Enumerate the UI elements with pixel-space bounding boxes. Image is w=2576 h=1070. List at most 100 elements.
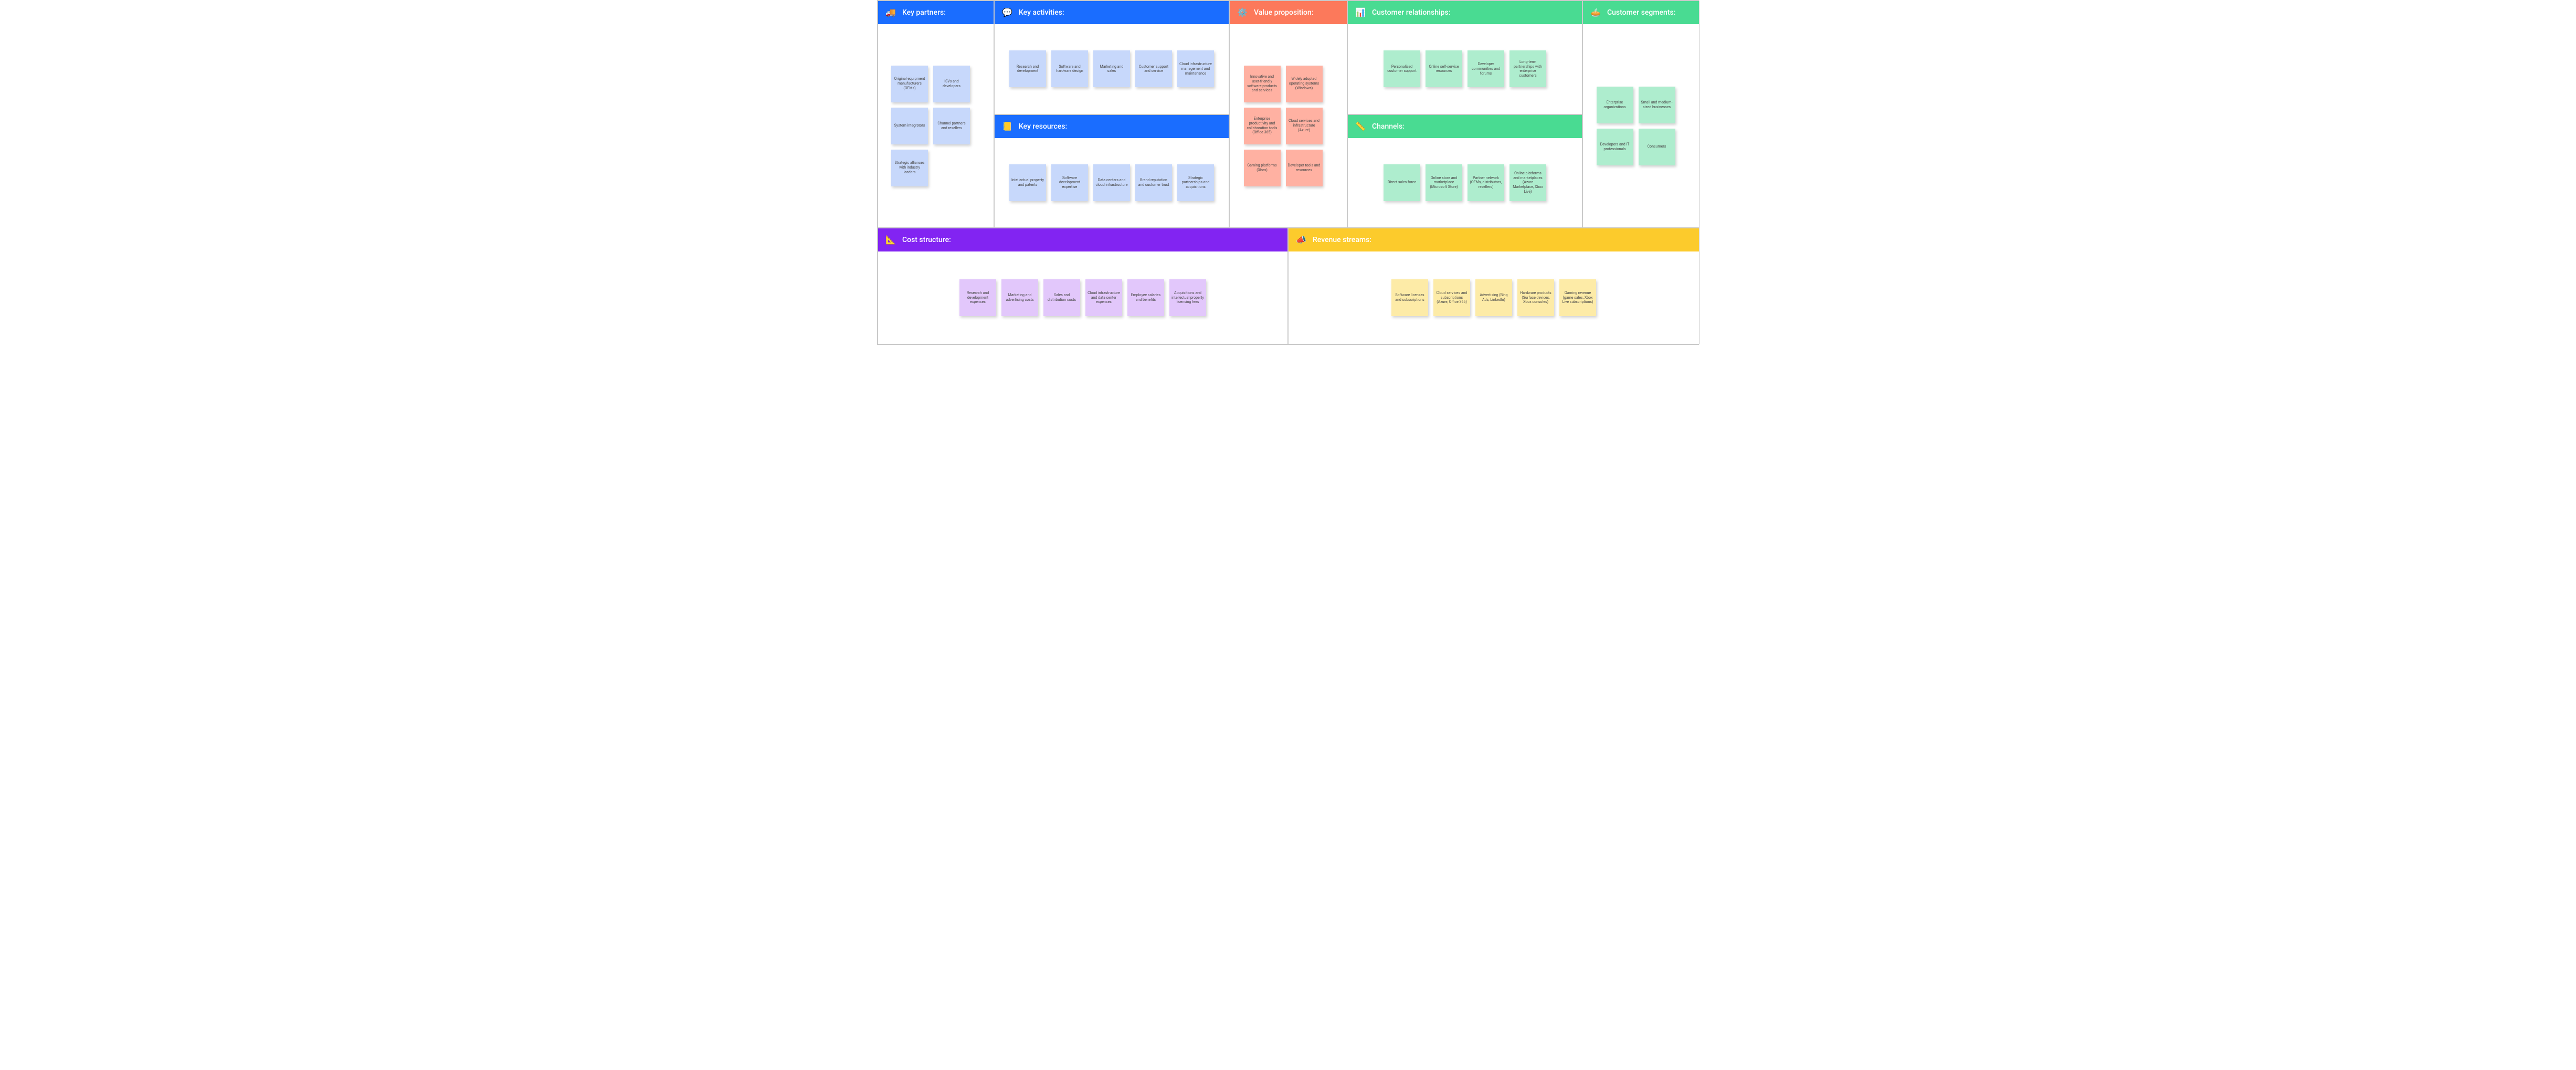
sticky-note[interactable]: Long-term partnerships with enterprise c… [1509,50,1546,87]
title-key-resources: Key resources: [1019,122,1067,131]
megaphone-icon: 📣 [1296,235,1306,245]
notes-customer-segments: Enterprise organizations Small and mediu… [1597,87,1686,165]
sticky-note[interactable]: Cloud infrastructure and data center exp… [1085,279,1122,316]
sticky-note[interactable]: Hardware products (Surface devices, Xbox… [1517,279,1554,316]
block-value-proposition: ⚙️ Value proposition: Innovative and use… [1229,1,1347,228]
block-key-resources: 📒 Key resources: Intellectual property a… [994,114,1229,228]
header-customer-segments: 🥧 Customer segments: [1583,1,1699,24]
piechart-icon: 🥧 [1590,7,1601,18]
sticky-note[interactable]: Small and medium-sized businesses [1639,87,1675,123]
block-cost-structure: 📐 Cost structure: Research and developme… [878,228,1288,344]
header-customer-relationships: 📊 Customer relationships: [1348,1,1582,24]
sticky-note[interactable]: Research and development expenses [959,279,996,316]
sticky-note[interactable]: Research and development [1009,50,1046,87]
sticky-note[interactable]: Enterprise organizations [1597,87,1633,123]
sticky-note[interactable]: Direct sales force [1384,164,1420,201]
sticky-note[interactable]: Channel partners and resellers [933,108,970,144]
ruler-icon: 📏 [1355,121,1366,132]
sticky-note[interactable]: Software licenses and subscriptions [1391,279,1428,316]
sticky-note[interactable]: Employee salaries and benefits [1127,279,1164,316]
truck-icon: 🚚 [885,7,896,18]
sticky-note[interactable]: Software and hardware design [1051,50,1088,87]
sticky-note[interactable]: Developer tools and resources [1286,150,1323,186]
sticky-note[interactable]: Gaming platforms (Xbox) [1244,150,1281,186]
sticky-note[interactable]: Marketing and sales [1093,50,1130,87]
body-cost-structure: Research and development expenses Market… [878,251,1287,344]
canvas-bottom-row: 📐 Cost structure: Research and developme… [878,228,1698,344]
block-key-activities: 💬 Key activities: Research and developme… [994,1,1229,114]
notes-key-partners: Original equipment manufacturers (OEMs) … [891,66,980,186]
sticky-note[interactable]: Online self-service resources [1426,50,1462,87]
sticky-note[interactable]: Innovative and user-friendly software pr… [1244,66,1281,102]
sticky-note[interactable]: Developer communities and forums [1468,50,1504,87]
block-relationships-channels: 📊 Customer relationships: Personalized c… [1347,1,1582,228]
title-value-proposition: Value proposition: [1254,8,1313,17]
sticky-note[interactable]: Intellectual property and patents [1009,164,1046,201]
gear-icon: ⚙️ [1237,7,1248,18]
title-key-partners: Key partners: [902,8,946,17]
sticky-note[interactable]: Cloud services and subscriptions (Azure,… [1433,279,1470,316]
sticky-note[interactable]: Original equipment manufacturers (OEMs) [891,66,928,102]
sticky-note[interactable]: Data centers and cloud infrastructure [1093,164,1130,201]
title-key-activities: Key activities: [1019,8,1064,17]
business-model-canvas: 🚚 Key partners: Original equipment manuf… [877,0,1699,345]
block-key-partners: 🚚 Key partners: Original equipment manuf… [878,1,994,228]
sticky-note[interactable]: Personalized customer support [1384,50,1420,87]
sticky-note[interactable]: Enterprise productivity and collaboratio… [1244,108,1281,144]
sticky-note[interactable]: Cloud services and infrastructure (Azure… [1286,108,1323,144]
title-revenue-streams: Revenue streams: [1313,236,1371,244]
body-customer-segments: Enterprise organizations Small and mediu… [1583,24,1699,227]
notes-customer-relationships: Personalized customer support Online sel… [1384,50,1546,87]
notebook-icon: 📒 [1002,121,1012,132]
sticky-note[interactable]: Online store and marketplace (Microsoft … [1426,164,1462,201]
header-key-resources: 📒 Key resources: [995,115,1229,138]
title-cost-structure: Cost structure: [902,236,951,244]
body-revenue-streams: Software licenses and subscriptions Clou… [1289,251,1699,344]
sticky-note[interactable]: System integrators [891,108,928,144]
sticky-note[interactable]: Developers and IT professionals [1597,129,1633,165]
block-channels: 📏 Channels: Direct sales force Online st… [1347,114,1582,228]
sticky-note[interactable]: Customer support and service [1135,50,1172,87]
sticky-note[interactable]: Strategic partnerships and acquisitions [1177,164,1214,201]
block-customer-relationships: 📊 Customer relationships: Personalized c… [1347,1,1582,114]
sticky-note[interactable]: Gaming revenue (game sales, Xbox Live su… [1559,279,1596,316]
sticky-note[interactable]: Consumers [1639,129,1675,165]
notes-revenue-streams: Software licenses and subscriptions Clou… [1391,279,1596,316]
barchart-icon: 📊 [1355,7,1366,18]
body-key-resources: Intellectual property and patents Softwa… [995,138,1229,228]
header-value-proposition: ⚙️ Value proposition: [1230,1,1347,24]
notes-key-resources: Intellectual property and patents Softwa… [1009,164,1214,201]
sticky-note[interactable]: ISVs and developers [933,66,970,102]
sticky-note[interactable]: Widely adopted operating systems (Window… [1286,66,1323,102]
speech-icon: 💬 [1002,7,1012,18]
header-channels: 📏 Channels: [1348,115,1582,138]
sticky-note[interactable]: Advertising (Bing Ads, LinkedIn) [1475,279,1512,316]
notes-channels: Direct sales force Online store and mark… [1384,164,1546,201]
sticky-note[interactable]: Cloud infrastructure management and main… [1177,50,1214,87]
notes-value-proposition: Innovative and user-friendly software pr… [1244,66,1333,186]
title-customer-relationships: Customer relationships: [1372,8,1450,17]
sticky-note[interactable]: Sales and distribution costs [1043,279,1080,316]
sticky-note[interactable]: Partner network (OEMs, distributors, res… [1468,164,1504,201]
notes-cost-structure: Research and development expenses Market… [959,279,1206,316]
triangle-icon: 📐 [885,235,896,245]
header-key-activities: 💬 Key activities: [995,1,1229,24]
header-key-partners: 🚚 Key partners: [878,1,994,24]
body-customer-relationships: Personalized customer support Online sel… [1348,24,1582,114]
body-key-partners: Original equipment manufacturers (OEMs) … [878,24,994,227]
sticky-note[interactable]: Acquisitions and intellectual property l… [1169,279,1206,316]
body-value-proposition: Innovative and user-friendly software pr… [1230,24,1347,227]
body-channels: Direct sales force Online store and mark… [1348,138,1582,228]
sticky-note[interactable]: Brand reputation and customer trust [1135,164,1172,201]
header-cost-structure: 📐 Cost structure: [878,228,1287,251]
sticky-note[interactable]: Software development expertise [1051,164,1088,201]
block-revenue-streams: 📣 Revenue streams: Software licenses and… [1288,228,1699,344]
title-channels: Channels: [1372,122,1405,131]
block-customer-segments: 🥧 Customer segments: Enterprise organiza… [1582,1,1699,228]
block-activities-resources: 💬 Key activities: Research and developme… [994,1,1229,228]
sticky-note[interactable]: Strategic alliances with industry leader… [891,150,928,186]
sticky-note[interactable]: Online platforms and marketplaces (Azure… [1509,164,1546,201]
sticky-note[interactable]: Marketing and advertising costs [1001,279,1038,316]
title-customer-segments: Customer segments: [1607,8,1675,17]
canvas-top-row: 🚚 Key partners: Original equipment manuf… [878,1,1698,228]
